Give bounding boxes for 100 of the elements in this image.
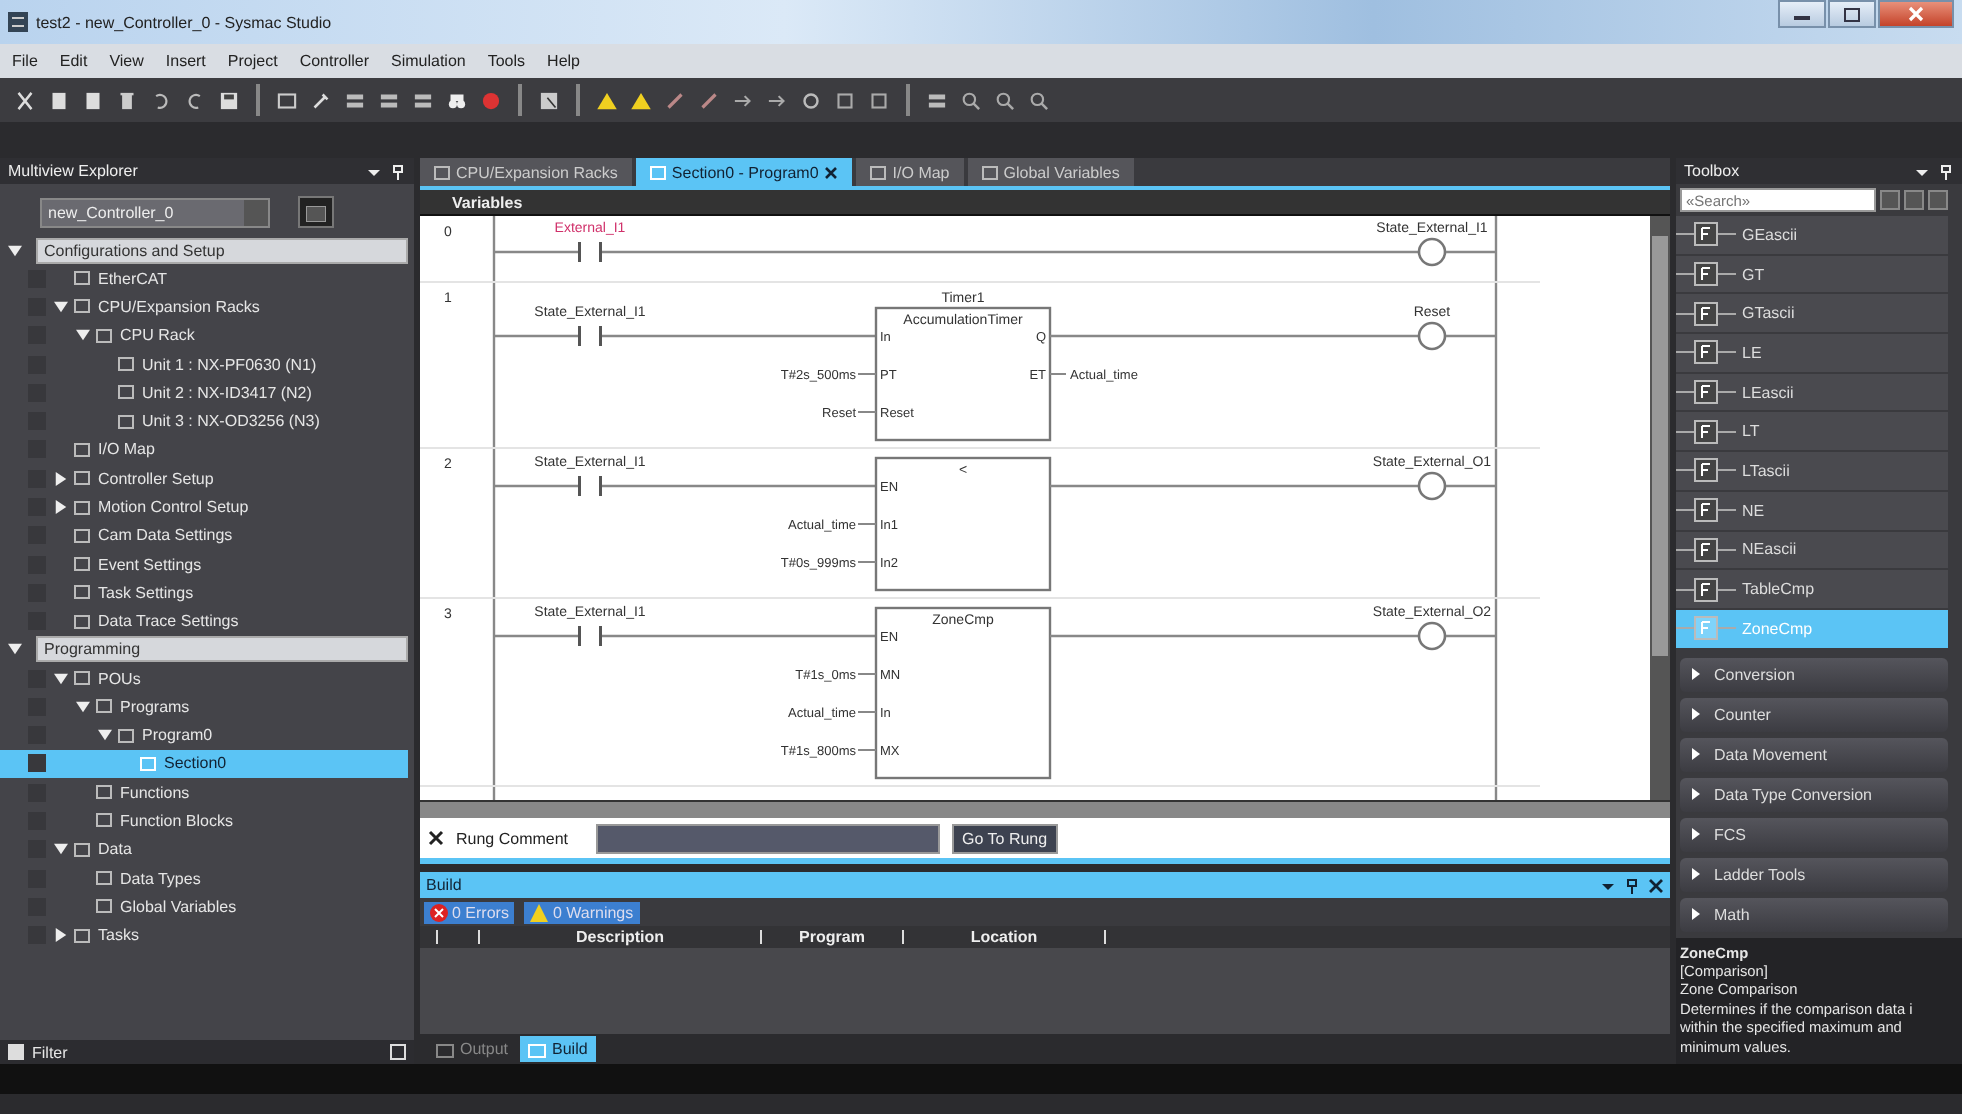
expanded-arrow-icon[interactable]	[8, 243, 22, 257]
go-to-rung-button[interactable]: Go To Rung	[952, 823, 1058, 853]
toolbox-item[interactable]: NEascii	[1676, 531, 1948, 571]
toolbox-category[interactable]: Ladder Tools	[1680, 857, 1948, 892]
expanded-arrow-icon[interactable]	[76, 699, 90, 714]
menu-item[interactable]: Controller	[299, 52, 369, 70]
contact-symbol[interactable]	[578, 626, 602, 646]
toolbox-item[interactable]: GTascii	[1676, 294, 1948, 335]
panel-tab[interactable]: Output	[428, 1036, 517, 1062]
rung-comment-dropdown[interactable]	[596, 823, 941, 853]
tree-item[interactable]: Section0	[0, 749, 408, 779]
toolbox-item[interactable]: NE	[1676, 491, 1948, 531]
tree-item[interactable]: Data Types	[0, 863, 408, 893]
column-header[interactable]: Location	[904, 928, 1104, 946]
circle-icon[interactable]	[798, 87, 824, 113]
expanded-arrow-icon[interactable]	[54, 299, 68, 314]
panel-tab[interactable]: Build	[520, 1036, 596, 1062]
toolbox-item[interactable]: LTascii	[1676, 452, 1948, 492]
menu-item[interactable]: Simulation	[391, 52, 466, 70]
tree-item[interactable]: Functions	[0, 778, 408, 807]
toolbox-category[interactable]: Conversion	[1680, 657, 1948, 692]
coil-symbol[interactable]	[1417, 471, 1447, 501]
toolbox-item[interactable]: GEascii	[1676, 216, 1948, 256]
toolbox-item[interactable]: LE	[1676, 334, 1948, 374]
tree-item[interactable]: Programs	[0, 692, 408, 721]
controller-button[interactable]	[298, 196, 334, 228]
tree-item[interactable]: EtherCAT	[0, 264, 408, 293]
tree-item[interactable]: Tasks	[0, 921, 408, 950]
vertical-scrollbar[interactable]	[1650, 216, 1670, 800]
toolbox-category[interactable]: Math	[1680, 897, 1948, 932]
tree-item[interactable]: Controller Setup	[0, 464, 408, 493]
column-header[interactable]: Description	[480, 928, 760, 946]
tree-item[interactable]: POUs	[0, 663, 408, 693]
maximize-button[interactable]	[1828, 0, 1876, 28]
coil-symbol[interactable]	[1417, 621, 1447, 651]
tree-item[interactable]: I/O Map	[0, 435, 408, 465]
contact-symbol[interactable]	[578, 242, 602, 262]
tree-item[interactable]: Unit 1 : NX-PF0630 (N1)	[0, 349, 408, 379]
toolbox-category[interactable]: Data Movement	[1680, 737, 1948, 772]
scissors-icon[interactable]	[12, 87, 38, 113]
magnifier-icon[interactable]	[992, 87, 1018, 113]
tree-item[interactable]: Unit 2 : NX-ID3417 (N2)	[0, 378, 408, 407]
menu-item[interactable]: Edit	[59, 52, 88, 70]
menu-item[interactable]: Insert	[165, 52, 206, 70]
contact-symbol[interactable]	[578, 326, 602, 346]
close-icon[interactable]	[1648, 877, 1664, 893]
collapsed-arrow-icon[interactable]	[54, 471, 68, 486]
menu-item[interactable]: Project	[227, 52, 278, 70]
toolbox-category[interactable]: FCS	[1680, 817, 1948, 852]
menu-item[interactable]: Help	[547, 52, 580, 70]
tree-item[interactable]: CPU/Expansion Racks	[0, 292, 408, 322]
window-icon[interactable]	[274, 87, 300, 113]
toolbox-item[interactable]: LEascii	[1676, 373, 1948, 413]
expand-icon[interactable]	[390, 1044, 406, 1060]
collapsed-arrow-icon[interactable]	[54, 928, 68, 943]
expanded-arrow-icon[interactable]	[98, 728, 112, 743]
column-header[interactable]: Program	[762, 928, 902, 946]
pin-icon[interactable]	[1624, 877, 1640, 893]
tree-item[interactable]: Event Settings	[0, 549, 408, 579]
expanded-arrow-icon[interactable]	[54, 842, 68, 857]
tree-item[interactable]: Global Variables	[0, 892, 408, 922]
minimize-button[interactable]	[1778, 0, 1826, 28]
expanded-arrow-icon[interactable]	[76, 328, 90, 343]
controller-dropdown[interactable]: new_Controller_0	[40, 197, 270, 227]
toolbox-item[interactable]: GT	[1676, 255, 1948, 295]
menu-item[interactable]: File	[12, 52, 38, 70]
coil-symbol[interactable]	[1417, 237, 1447, 267]
menu-item[interactable]: View	[109, 52, 144, 70]
magnifier-icon[interactable]	[958, 87, 984, 113]
square-icon[interactable]	[866, 87, 892, 113]
tree-item[interactable]: Data Trace Settings	[0, 607, 408, 636]
tree-item[interactable]: Cam Data Settings	[0, 521, 408, 550]
editor-tab[interactable]: CPU/Expansion Racks	[420, 158, 632, 186]
tree-item[interactable]: Motion Control Setup	[0, 492, 408, 522]
function-block[interactable]	[874, 306, 1052, 442]
toolbox-item[interactable]: TableCmp	[1676, 570, 1948, 610]
tree-item[interactable]: Unit 3 : NX-OD3256 (N3)	[0, 406, 408, 436]
close-icon[interactable]	[428, 830, 444, 846]
tree-item[interactable]: Function Blocks	[0, 806, 408, 836]
square-icon[interactable]	[832, 87, 858, 113]
horizontal-scrollbar[interactable]	[420, 800, 1670, 818]
tree-section-header[interactable]: Programming	[36, 636, 408, 663]
editor-tab[interactable]: Global Variables	[967, 158, 1134, 186]
function-block[interactable]	[874, 456, 1052, 592]
tree-section-header[interactable]: Configurations and Setup	[36, 237, 408, 263]
toolbox-category[interactable]: Data Type Conversion	[1680, 777, 1948, 812]
toolbox-category[interactable]: Counter	[1680, 697, 1948, 732]
tree-item[interactable]: Task Settings	[0, 578, 408, 608]
tree-item[interactable]: Program0	[0, 720, 408, 750]
coil-symbol[interactable]	[1417, 321, 1447, 351]
tree-item[interactable]: Data	[0, 835, 408, 864]
toolbox-item[interactable]: LT	[1676, 412, 1948, 453]
expanded-arrow-icon[interactable]	[54, 671, 68, 685]
function-block[interactable]	[874, 606, 1052, 780]
close-button[interactable]	[1878, 0, 1954, 28]
magnifier-icon[interactable]	[1026, 87, 1052, 113]
editor-tab[interactable]: I/O Map	[856, 158, 964, 186]
expanded-arrow-icon[interactable]	[8, 642, 22, 657]
tree-item[interactable]: CPU Rack	[0, 321, 408, 350]
editor-tab[interactable]: Section0 - Program0	[635, 158, 853, 186]
